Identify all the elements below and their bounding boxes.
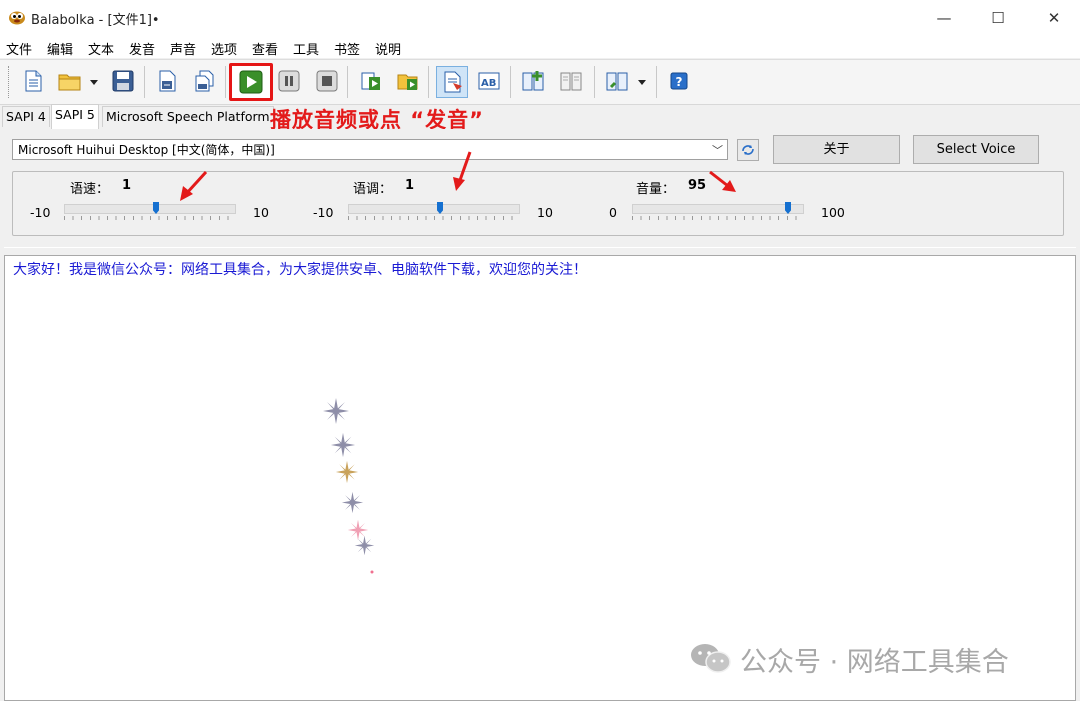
sparkle-icon	[330, 432, 356, 458]
sparkle-icon	[341, 491, 364, 514]
watermark-text: 公众号 · 网络工具集合	[740, 647, 1009, 678]
sparkle-icon	[323, 398, 349, 424]
arrow-to-volume	[709, 170, 729, 188]
editor-text: 大家好！我是微信公众号：网络工具集合，为大家提供安卓、电脑软件下载，欢迎您的关注…	[13, 262, 587, 278]
wechat-icon	[691, 644, 731, 673]
arrow-to-pitch-head	[453, 177, 465, 191]
sparkle-dot-icon	[370, 570, 374, 574]
text-editor[interactable]: 大家好！我是微信公众号：网络工具集合，为大家提供安卓、电脑软件下载，欢迎您的关注…	[4, 255, 1076, 701]
annotation-arrows	[180, 151, 736, 201]
arrow-to-pitch	[457, 151, 472, 184]
sparkle-icon	[354, 535, 375, 556]
sparkle-icon	[335, 460, 359, 484]
arrow-to-rate	[184, 170, 208, 196]
